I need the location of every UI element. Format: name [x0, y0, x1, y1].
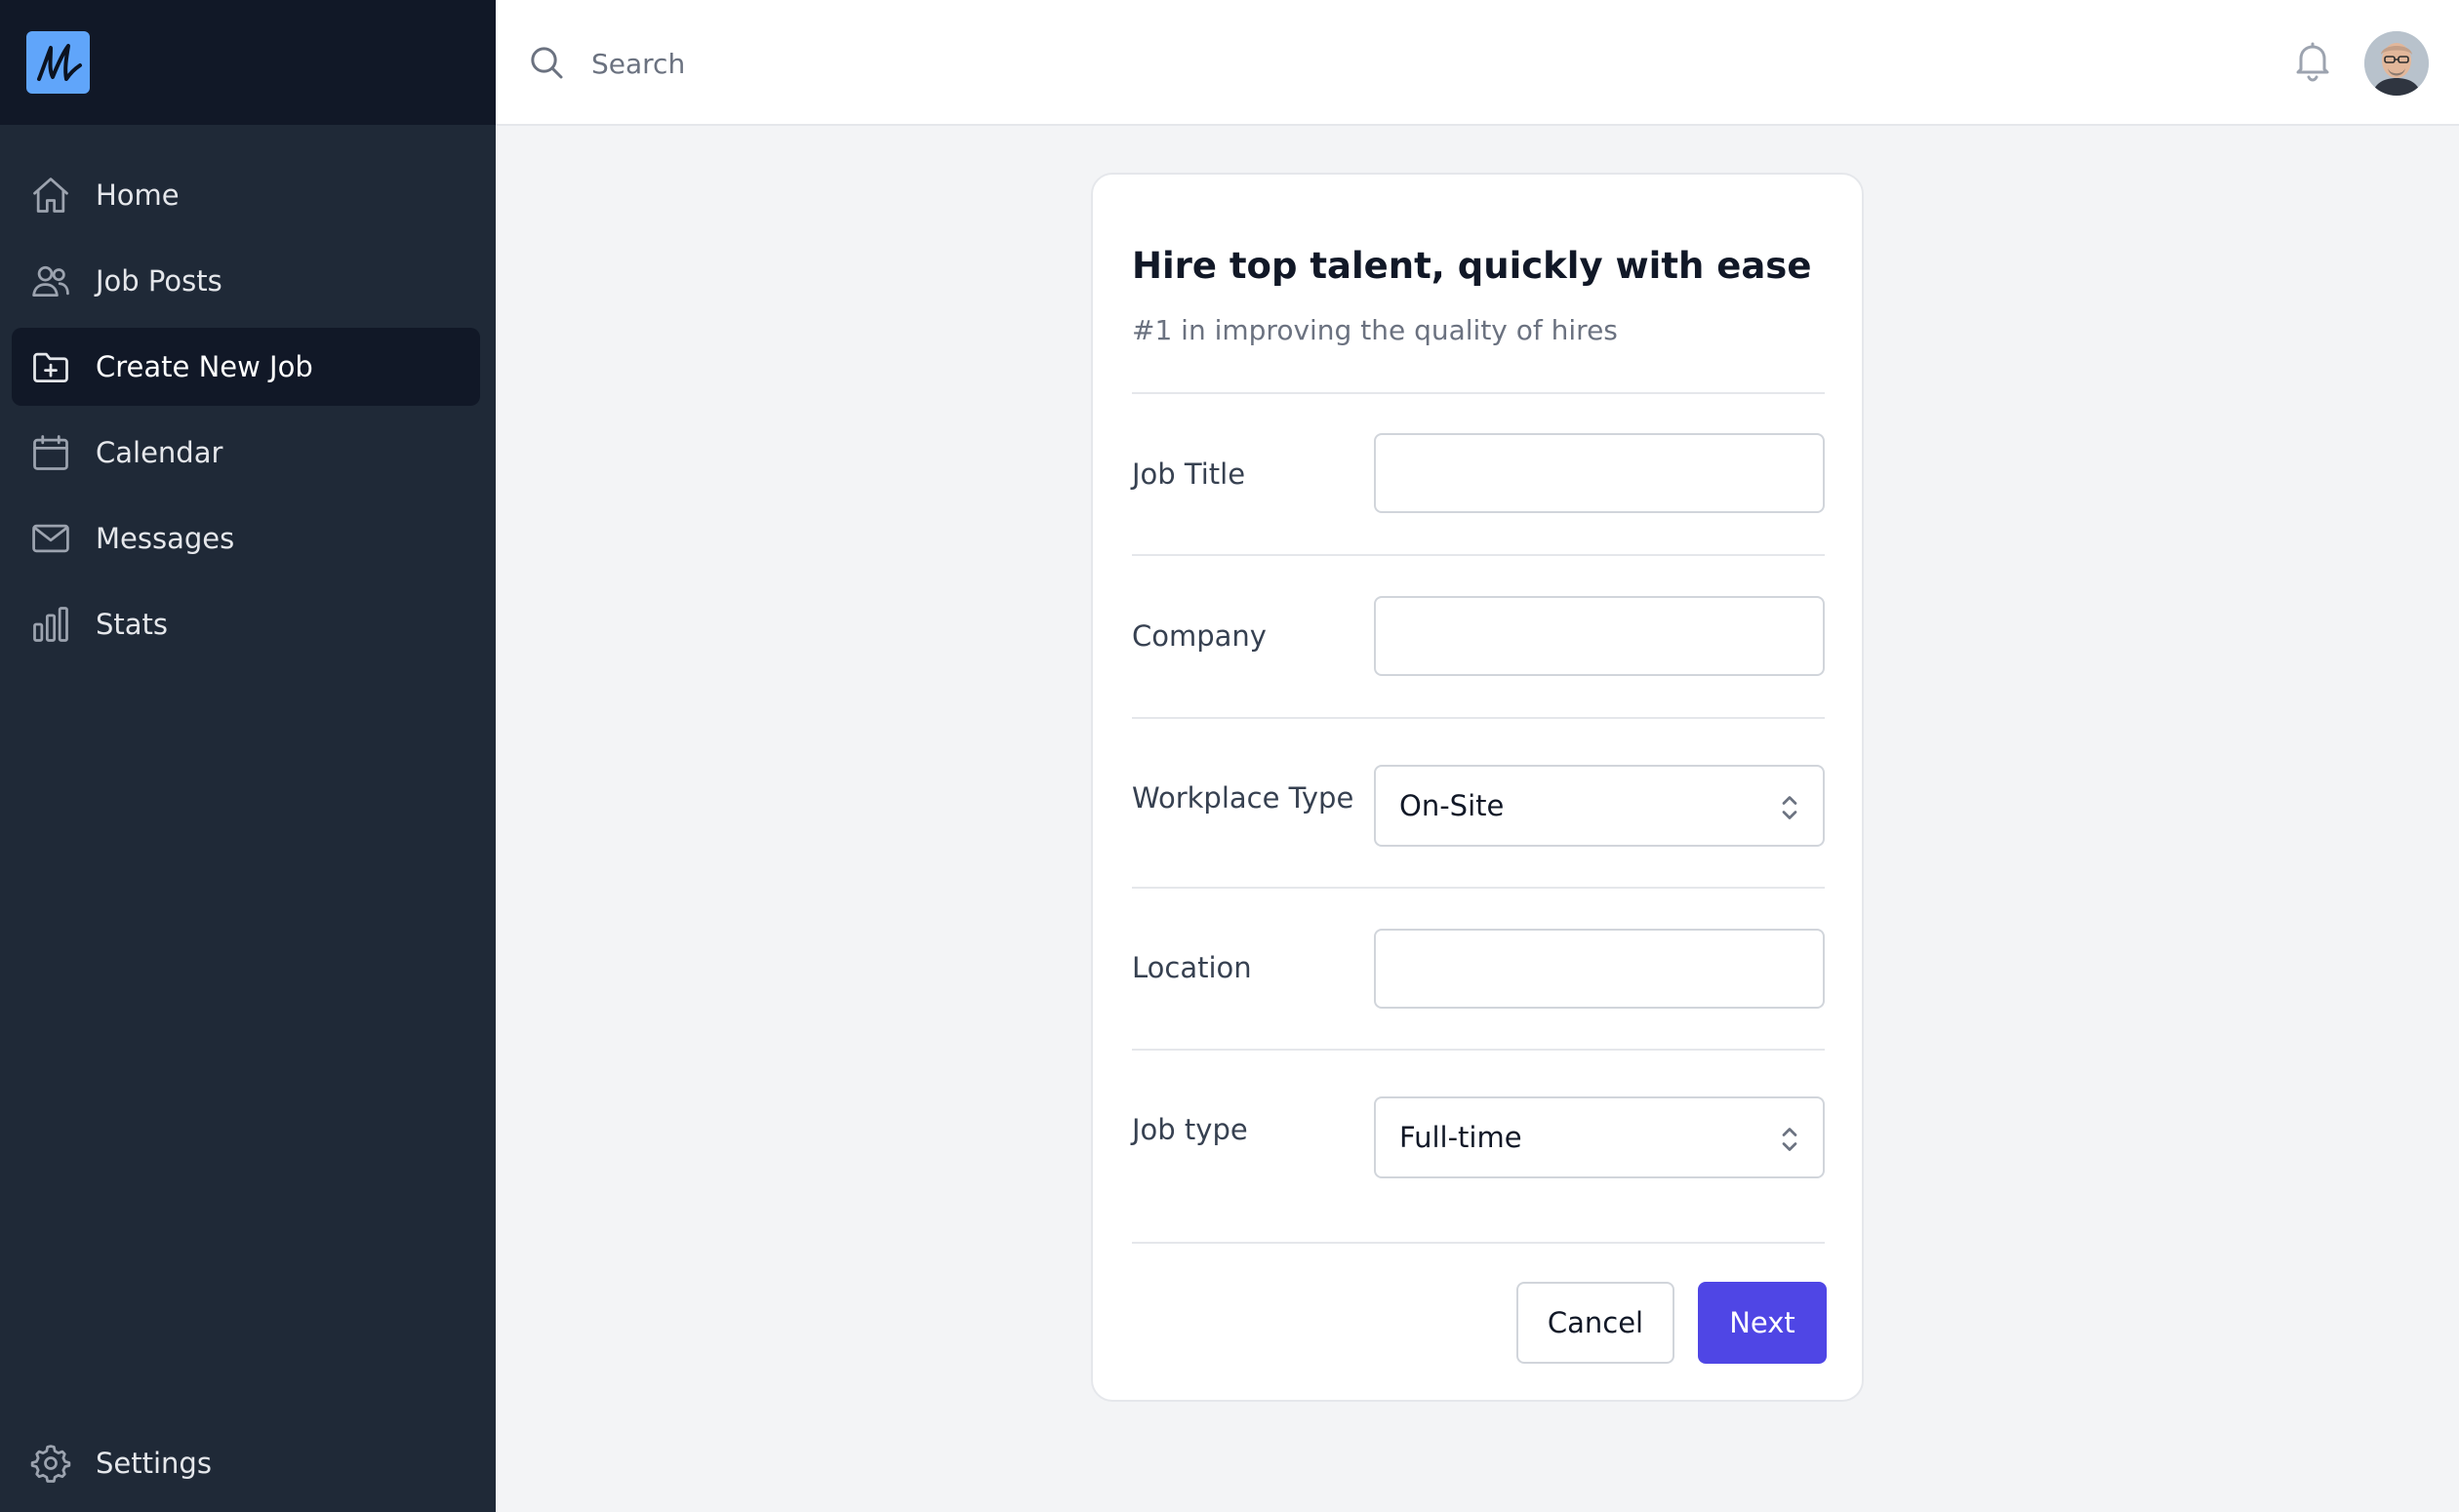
bar-chart-icon [28, 602, 73, 647]
workplace-type-value: On-Site [1399, 789, 1505, 822]
signature-logo-icon[interactable] [26, 31, 90, 94]
divider [1132, 1049, 1825, 1051]
sidebar-item-settings[interactable]: Settings [12, 1424, 480, 1502]
search-input[interactable] [589, 33, 1471, 94]
job-type-label: Job type [1132, 1113, 1248, 1146]
sidebar-item-label: Calendar [96, 436, 223, 469]
sidebar-item-messages[interactable]: Messages [12, 499, 480, 577]
workplace-type-select[interactable]: On-Site [1374, 765, 1825, 847]
gear-icon [28, 1441, 73, 1486]
sidebar-nav: Home Job Posts Create New Job Calendar M… [12, 156, 480, 671]
sidebar-item-label: Settings [96, 1447, 212, 1480]
sidebar: Home Job Posts Create New Job Calendar M… [0, 0, 496, 1512]
sidebar-item-label: Create New Job [96, 350, 313, 383]
divider [1132, 887, 1825, 889]
location-label: Location [1132, 951, 1252, 984]
job-type-select[interactable]: Full-time [1374, 1096, 1825, 1178]
avatar[interactable] [2364, 31, 2429, 96]
job-type-value: Full-time [1399, 1121, 1522, 1154]
sidebar-item-stats[interactable]: Stats [12, 585, 480, 663]
location-field[interactable] [1374, 929, 1825, 1009]
users-icon [28, 259, 73, 303]
bell-icon[interactable] [2289, 37, 2336, 86]
folder-plus-icon [28, 344, 73, 389]
sidebar-item-create-new-job[interactable]: Create New Job [12, 328, 480, 406]
job-title-label: Job Title [1132, 458, 1246, 491]
sidebar-item-label: Job Posts [96, 264, 222, 298]
home-icon [28, 173, 73, 218]
search-icon [531, 47, 563, 79]
divider [1132, 1242, 1825, 1244]
mail-icon [28, 516, 73, 561]
form-subtitle: #1 in improving the quality of hires [1132, 314, 1618, 346]
next-button[interactable]: Next [1698, 1282, 1827, 1364]
company-field[interactable] [1374, 596, 1825, 676]
divider [1132, 392, 1825, 394]
chevron-up-down-icon [1782, 1128, 1797, 1151]
top-bar [496, 0, 2459, 126]
job-title-field[interactable] [1374, 433, 1825, 513]
create-job-form-card: Hire top talent, quickly with ease #1 in… [1091, 173, 1864, 1402]
cancel-button[interactable]: Cancel [1516, 1282, 1674, 1364]
calendar-icon [28, 430, 73, 475]
chevron-up-down-icon [1782, 796, 1797, 819]
sidebar-item-home[interactable]: Home [12, 156, 480, 234]
sidebar-item-label: Stats [96, 608, 169, 641]
sidebar-item-job-posts[interactable]: Job Posts [12, 242, 480, 320]
sidebar-item-label: Messages [96, 522, 235, 555]
sidebar-header [0, 0, 496, 125]
divider [1132, 554, 1825, 556]
sidebar-item-label: Home [96, 179, 180, 212]
sidebar-item-calendar[interactable]: Calendar [12, 414, 480, 492]
form-title: Hire top talent, quickly with ease [1132, 245, 1812, 287]
workplace-type-label: Workplace Type [1132, 781, 1354, 815]
divider [1132, 717, 1825, 719]
company-label: Company [1132, 619, 1267, 653]
